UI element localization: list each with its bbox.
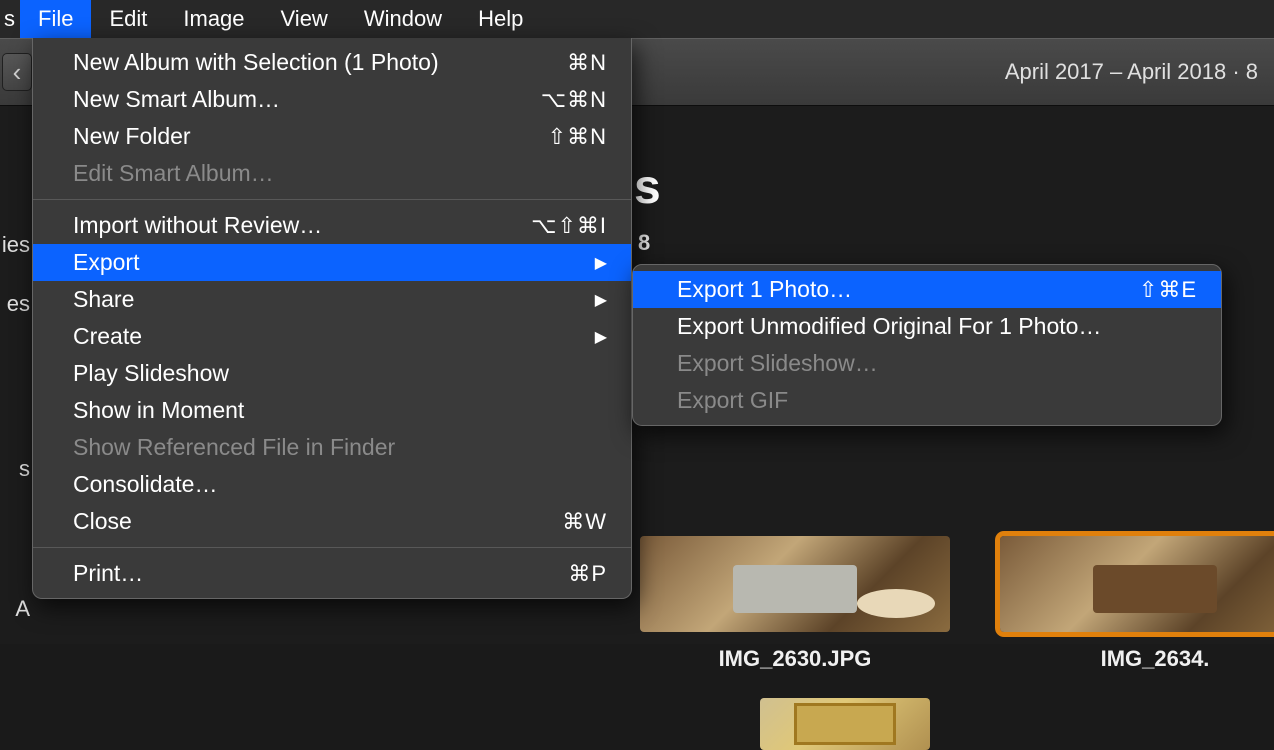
menu-label: Consolidate… — [73, 471, 217, 498]
menu-item-create[interactable]: Create ▶ — [33, 318, 631, 355]
menu-shortcut: ⇧⌘N — [548, 124, 607, 150]
thumbnail-cell[interactable]: IMG_2630.JPG — [640, 536, 950, 672]
menu-label: New Smart Album… — [73, 86, 280, 113]
menu-label: New Album with Selection (1 Photo) — [73, 49, 439, 76]
sidebar: ies es s A — [0, 106, 32, 644]
thumbnail-image[interactable] — [640, 536, 950, 632]
menu-label: Show in Moment — [73, 397, 244, 424]
menu-help[interactable]: Help — [460, 0, 541, 38]
menu-label: Export Slideshow… — [677, 350, 878, 377]
menu-label: Close — [73, 508, 132, 535]
submenu-arrow-icon: ▶ — [595, 253, 607, 273]
menu-shortcut: ⌥⇧⌘I — [531, 213, 607, 239]
menu-item-edit-smart-album: Edit Smart Album… — [33, 155, 631, 192]
menu-separator — [33, 547, 631, 548]
menu-label: Export Unmodified Original For 1 Photo… — [677, 313, 1101, 340]
sidebar-item[interactable]: ies — [2, 232, 30, 258]
menu-item-new-album[interactable]: New Album with Selection (1 Photo) ⌘N — [33, 44, 631, 81]
menu-item-consolidate[interactable]: Consolidate… — [33, 466, 631, 503]
menu-shortcut: ⌘P — [568, 561, 607, 587]
thumbnail-cell[interactable]: IMG_2634. — [1000, 536, 1274, 672]
sidebar-item[interactable]: es — [7, 291, 30, 317]
menu-separator — [33, 199, 631, 200]
menu-label: Print… — [73, 560, 143, 587]
menu-item-print[interactable]: Print… ⌘P — [33, 555, 631, 592]
menu-file[interactable]: File — [20, 0, 91, 38]
menu-item-share[interactable]: Share ▶ — [33, 281, 631, 318]
menu-item-new-smart-album[interactable]: New Smart Album… ⌥⌘N — [33, 81, 631, 118]
menu-shortcut: ⌥⌘N — [541, 87, 607, 113]
submenu-arrow-icon: ▶ — [595, 290, 607, 310]
menu-shortcut: ⇧⌘E — [1139, 277, 1197, 303]
menu-item-play-slideshow[interactable]: Play Slideshow — [33, 355, 631, 392]
menu-label: Share — [73, 286, 134, 313]
thumbnail-decoration — [857, 589, 935, 618]
thumbnail-row: IMG_2630.JPG IMG_2634. — [640, 536, 1274, 672]
thumbnail-label: IMG_2634. — [1000, 646, 1274, 672]
sidebar-item[interactable]: s — [19, 456, 30, 482]
menu-label: Export GIF — [677, 387, 788, 414]
menu-item-import-without-review[interactable]: Import without Review… ⌥⇧⌘I — [33, 207, 631, 244]
menu-label: Show Referenced File in Finder — [73, 434, 395, 461]
file-menu-dropdown: New Album with Selection (1 Photo) ⌘N Ne… — [32, 38, 632, 599]
submenu-item-export-unmodified[interactable]: Export Unmodified Original For 1 Photo… — [633, 308, 1221, 345]
menu-edit[interactable]: Edit — [91, 0, 165, 38]
export-submenu: Export 1 Photo… ⇧⌘E Export Unmodified Or… — [632, 264, 1222, 426]
menu-label: Export — [73, 249, 139, 276]
menu-item-new-folder[interactable]: New Folder ⇧⌘N — [33, 118, 631, 155]
submenu-item-export-slideshow: Export Slideshow… — [633, 345, 1221, 382]
menu-item-export[interactable]: Export ▶ — [33, 244, 631, 281]
date-range-label: April 2017 – April 2018 · 8 — [1005, 59, 1258, 85]
chevron-left-icon: ‹ — [13, 57, 22, 88]
menu-label: Import without Review… — [73, 212, 322, 239]
menu-shortcut: ⌘N — [567, 50, 607, 76]
menu-label: New Folder — [73, 123, 191, 150]
menu-item-show-in-moment[interactable]: Show in Moment — [33, 392, 631, 429]
menu-label: Play Slideshow — [73, 360, 229, 387]
back-button[interactable]: ‹ — [2, 53, 32, 91]
menu-label: Export 1 Photo… — [677, 276, 852, 303]
thumbnail-decoration — [1093, 565, 1217, 613]
menubar-left-stub: s — [0, 0, 20, 38]
thumbnail-image-selected[interactable] — [1000, 536, 1274, 632]
menu-label: Edit Smart Album… — [73, 160, 274, 187]
thumbnail-image[interactable] — [760, 698, 930, 750]
menu-image[interactable]: Image — [165, 0, 262, 38]
submenu-item-export-gif: Export GIF — [633, 382, 1221, 419]
submenu-item-export-photo[interactable]: Export 1 Photo… ⇧⌘E — [633, 271, 1221, 308]
menu-label: Create — [73, 323, 142, 350]
menubar: s File Edit Image View Window Help — [0, 0, 1274, 38]
menu-shortcut: ⌘W — [562, 509, 607, 535]
submenu-arrow-icon: ▶ — [595, 327, 607, 347]
page-subtitle-fragment: 8 — [638, 230, 650, 256]
menu-item-close[interactable]: Close ⌘W — [33, 503, 631, 540]
sidebar-item[interactable]: A — [15, 596, 30, 622]
menu-window[interactable]: Window — [346, 0, 460, 38]
thumbnail-label: IMG_2630.JPG — [640, 646, 950, 672]
menu-item-show-referenced-file: Show Referenced File in Finder — [33, 429, 631, 466]
thumbnail-decoration — [733, 565, 857, 613]
page-title-fragment: s — [634, 160, 661, 215]
menu-view[interactable]: View — [263, 0, 346, 38]
thumbnail-decoration — [794, 703, 896, 745]
